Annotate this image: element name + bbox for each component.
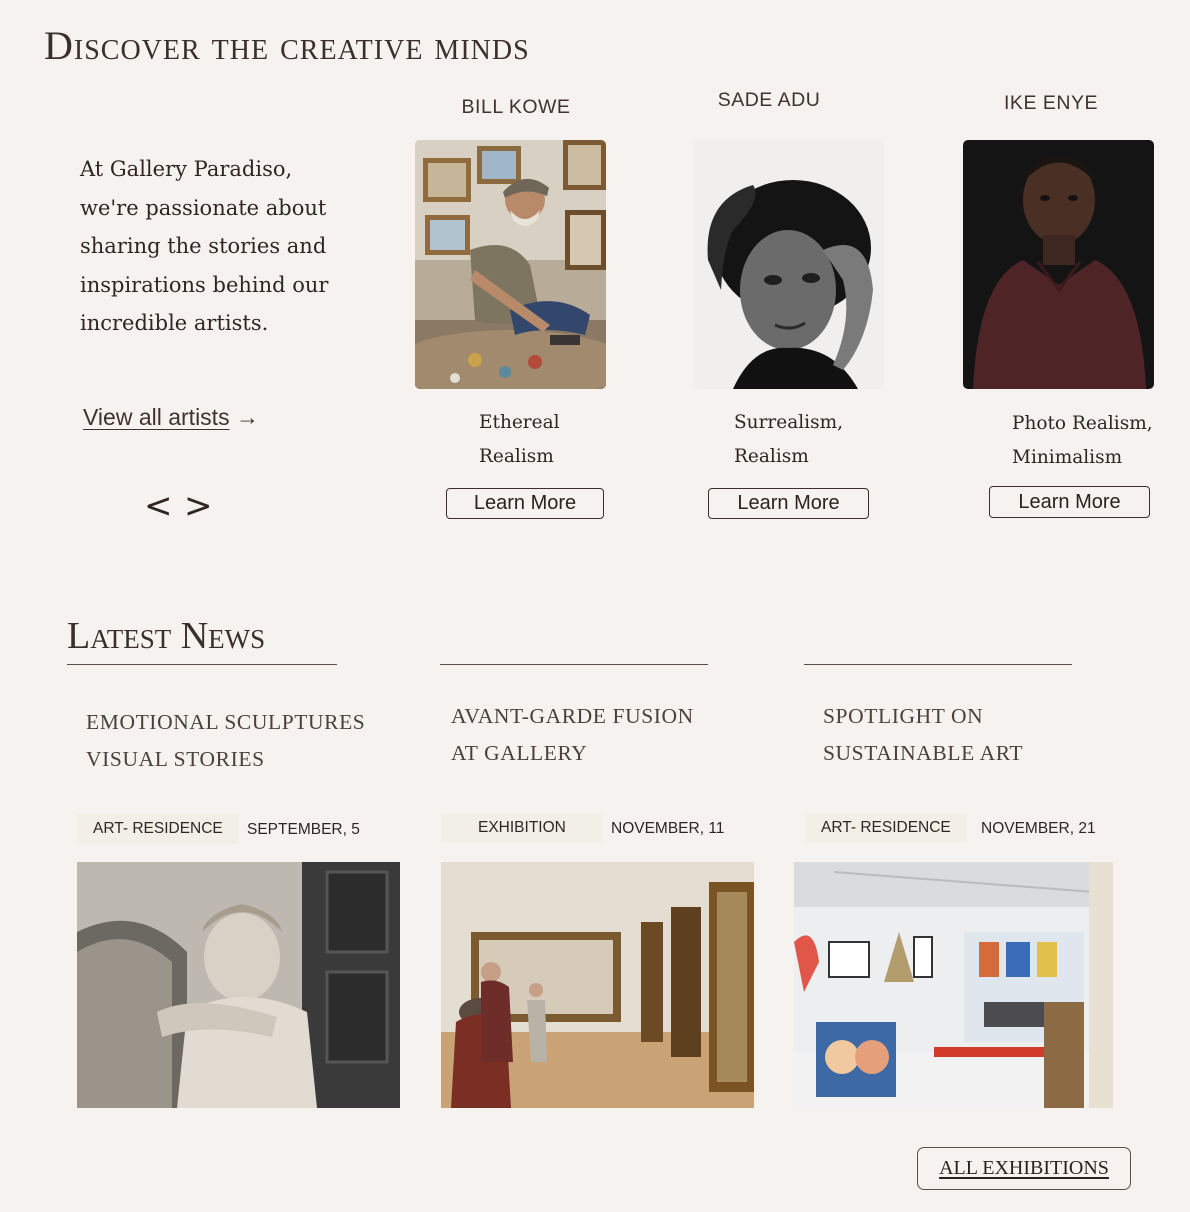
artist-portrait[interactable] (963, 140, 1154, 389)
learn-more-button[interactable]: Learn More (708, 488, 869, 519)
artist-photo-painter (415, 140, 606, 389)
divider (804, 664, 1072, 665)
news-headline-line2: VISUAL STORIES (86, 746, 265, 771)
artist-genre-line2: Minimalism (1012, 447, 1123, 468)
artist-genre-line2: Realism (734, 446, 809, 467)
divider (67, 664, 337, 665)
sculpture-photo (77, 862, 400, 1108)
news-headline-line1: EMOTIONAL SCULPTURES (86, 710, 366, 734)
news-headline-line1: AVANT-GARDE FUSION (451, 704, 694, 728)
news-image[interactable] (441, 862, 754, 1108)
view-all-artists-label: View all artists (83, 404, 230, 430)
news-category-tag[interactable]: ART- RESIDENCE (77, 814, 239, 844)
news-headline-line2: AT GALLERY (451, 740, 588, 765)
view-all-artists-link[interactable]: View all artists → (83, 404, 259, 431)
learn-more-button[interactable]: Learn More (989, 486, 1150, 518)
artist-name: BILL KOWE (461, 96, 571, 118)
news-date: NOVEMBER, 21 (981, 820, 1096, 837)
all-exhibitions-button[interactable]: ALL EXHIBITIONS (917, 1147, 1131, 1190)
news-headline[interactable]: EMOTIONAL SCULPTURES VISUAL STORIES (86, 704, 365, 777)
all-exhibitions-label: ALL EXHIBITIONS (939, 1157, 1109, 1179)
news-image[interactable] (794, 862, 1113, 1108)
news-category-tag[interactable]: ART- RESIDENCE (805, 813, 967, 843)
news-headline-line1: SPOTLIGHT ON (823, 704, 984, 728)
gallery-interior-photo (794, 862, 1113, 1108)
divider (440, 664, 708, 665)
artist-portrait[interactable] (693, 140, 884, 389)
news-headline[interactable]: SPOTLIGHT ON SUSTAINABLE ART (823, 698, 1023, 771)
artist-name: SADE ADU (717, 89, 821, 111)
section-title-news: Latest News (67, 615, 266, 657)
news-date: NOVEMBER, 11 (611, 820, 725, 837)
next-arrow-button[interactable]: > (184, 489, 213, 523)
news-image[interactable] (77, 862, 400, 1108)
artist-photo-man (963, 140, 1154, 389)
artist-genre-line1: Ethereal (479, 412, 560, 433)
news-date: SEPTEMBER, 5 (247, 821, 360, 838)
news-headline[interactable]: AVANT-GARDE FUSION AT GALLERY (451, 698, 694, 771)
artist-genre-line1: Surrealism, (734, 412, 844, 433)
gallery-visitors-photo (441, 862, 754, 1108)
artist-photo-woman (693, 140, 884, 389)
artist-genre-line2: Realism (479, 446, 554, 467)
artist-portrait[interactable] (415, 140, 606, 389)
news-category-tag[interactable]: EXHIBITION (441, 813, 603, 843)
artist-genre-line1: Photo Realism, (1012, 413, 1153, 434)
news-headline-line2: SUSTAINABLE ART (823, 740, 1024, 765)
arrow-right-icon: → (235, 404, 259, 430)
prev-arrow-button[interactable]: < (144, 489, 173, 523)
artist-name: IKE ENYE (1004, 92, 1098, 114)
intro-text: At Gallery Paradiso, we're passionate ab… (80, 157, 329, 336)
section-title-discover: Discover the creative minds (44, 23, 530, 68)
learn-more-button[interactable]: Learn More (446, 488, 604, 519)
